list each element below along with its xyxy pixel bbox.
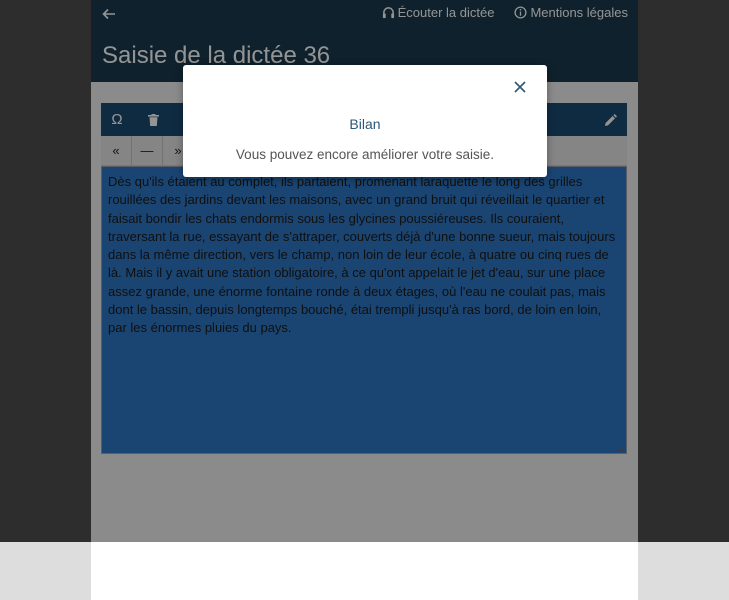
result-dialog: Bilan Vous pouvez encore améliorer votre… [183,65,547,177]
backdrop-bottom-right [638,542,729,600]
backdrop-bottom-left [0,542,91,600]
dialog-title: Bilan [349,116,381,132]
dialog-message: Vous pouvez encore améliorer votre saisi… [235,147,495,162]
close-icon[interactable] [512,79,528,95]
